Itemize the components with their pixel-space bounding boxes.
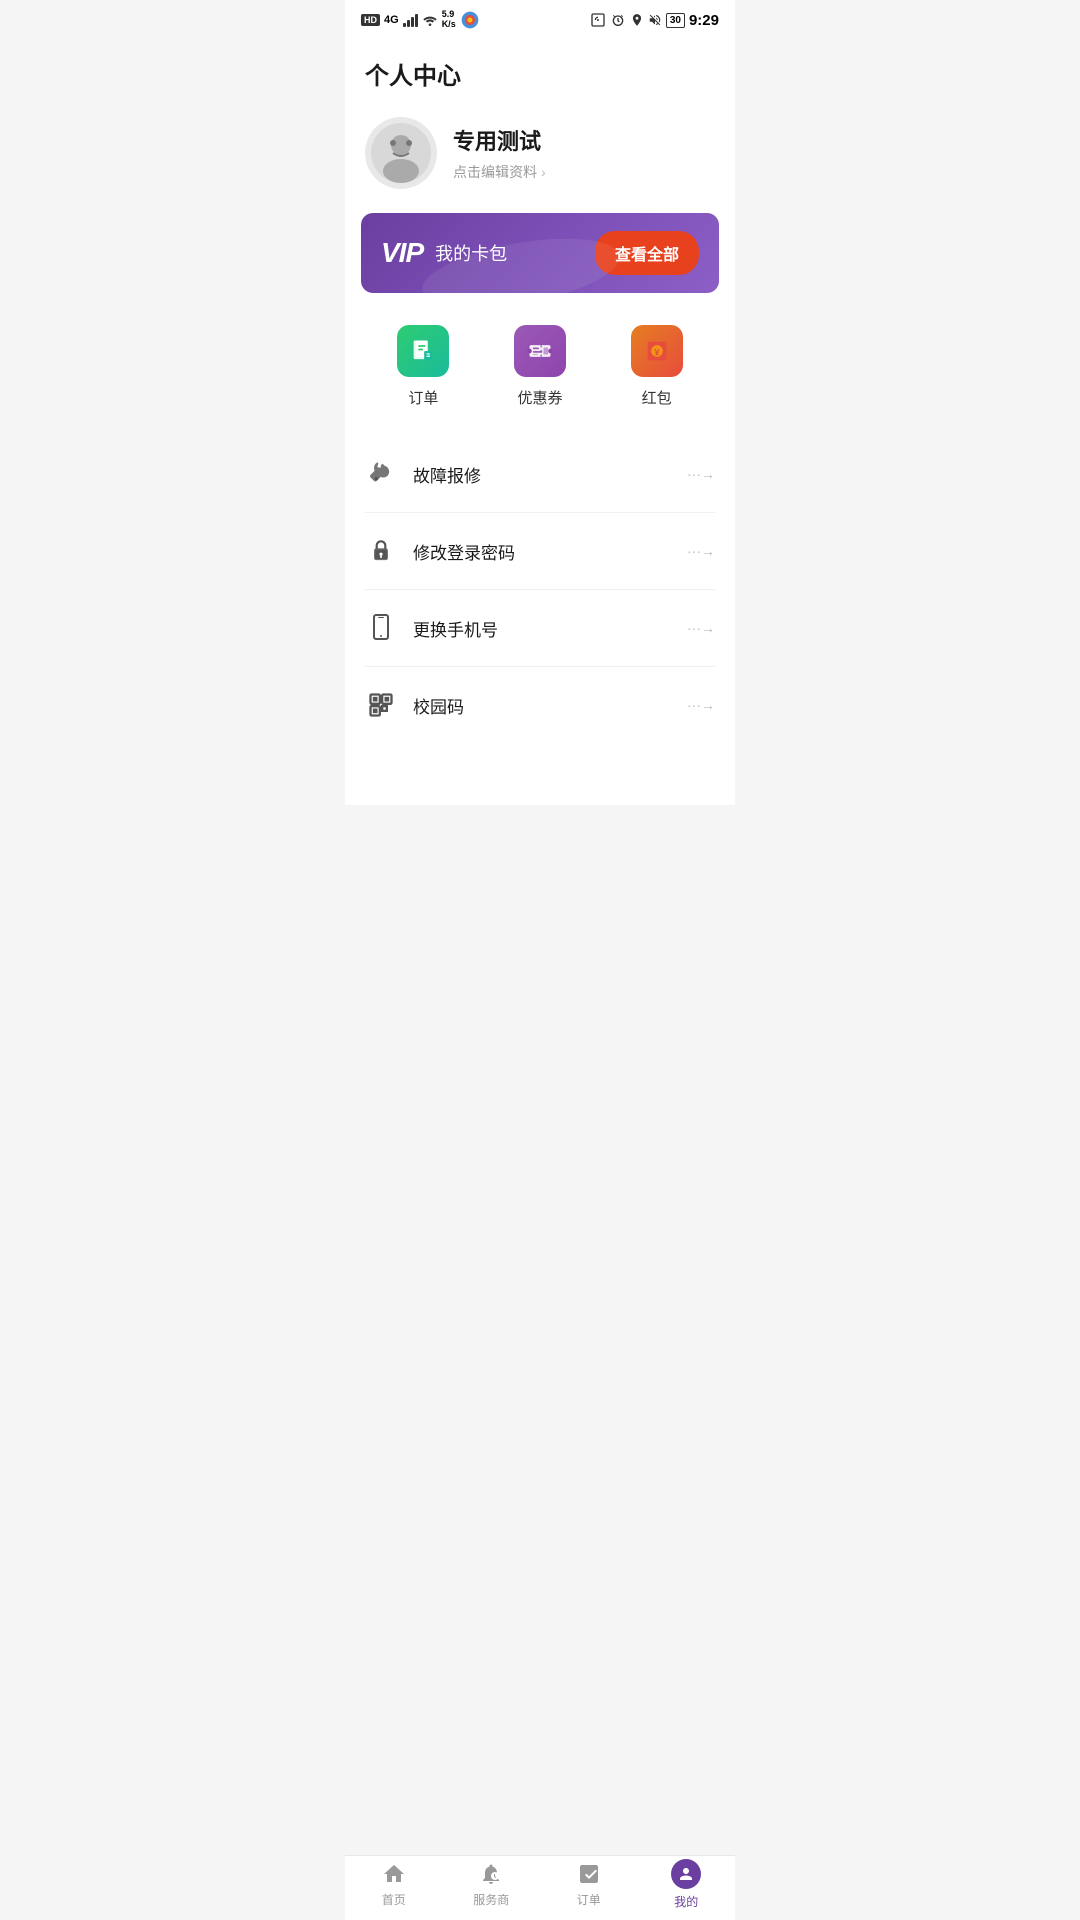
orders-nav-label: 订单 [577,1891,601,1908]
order-action[interactable]: 订单 [365,325,482,408]
menu-item-campus-left: 校园码 [365,689,464,721]
menu-item-password-left: 修改登录密码 [365,535,515,567]
mine-nav-label: 我的 [674,1893,698,1910]
avatar[interactable] [365,117,437,189]
password-arrow: ···→ [687,543,715,559]
hd-badge: HD [361,14,380,26]
repair-arrow: ···→ [687,466,715,482]
coupon-icon [526,337,554,365]
phone-label: 更换手机号 [413,616,498,641]
coupon-icon-bg [514,325,566,377]
mine-nav-icon [671,1859,701,1889]
menu-item-phone[interactable]: 更换手机号 ···→ [365,590,715,667]
vip-banner[interactable]: VIP 我的卡包 查看全部 [361,213,719,293]
nfc-icon [590,12,606,28]
coupon-label: 优惠券 [518,387,563,408]
vip-desc: 我的卡包 [435,240,507,266]
repair-icon [367,460,395,488]
mute-icon [648,13,662,27]
status-right: 30 9:29 [590,12,719,29]
edit-profile-label: 点击编辑资料 [453,162,537,182]
username: 专用测试 [453,124,715,156]
nav-item-home[interactable]: 首页 [345,1861,443,1908]
main-content: 个人中心 专用测试 点击编辑资料 › VIP 我的卡包 查看全部 [345,36,735,805]
lock-icon-container [365,535,397,567]
campus-arrow: ···→ [687,697,715,713]
phone-icon [369,614,393,642]
profile-section[interactable]: 专用测试 点击编辑资料 › [345,107,735,213]
menu-item-phone-left: 更换手机号 [365,612,498,644]
menu-item-password[interactable]: 修改登录密码 ···→ [365,513,715,590]
time-display: 9:29 [689,12,719,29]
menu-item-repair[interactable]: 故障报修 ···→ [365,436,715,513]
vip-left: VIP 我的卡包 [381,237,507,269]
redpacket-icon: ¥ [643,337,671,365]
coupon-action[interactable]: 优惠券 [482,325,599,408]
service-nav-icon [478,1861,504,1887]
redpacket-icon-bg: ¥ [631,325,683,377]
home-nav-icon [381,1861,407,1887]
redpacket-action[interactable]: ¥ 红包 [598,325,715,408]
service-nav-label: 服务商 [473,1891,509,1908]
location-icon [630,13,644,27]
campus-label: 校园码 [413,693,464,718]
wifi-icon [422,14,438,26]
home-nav-label: 首页 [382,1891,406,1908]
phone-arrow: ···→ [687,620,715,636]
repair-label: 故障报修 [413,462,481,487]
order-icon-bg [397,325,449,377]
nav-item-service[interactable]: 服务商 [443,1861,541,1908]
signal-icon [403,13,418,27]
campus-icon-container [365,689,397,721]
menu-item-repair-left: 故障报修 [365,458,481,490]
phone-icon-container [365,612,397,644]
campus-icon [367,691,395,719]
nav-item-mine[interactable]: 我的 [638,1859,736,1910]
bottom-nav: 首页 服务商 订单 我的 [345,1855,735,1920]
alarm-icon [610,12,626,28]
redpacket-label: 红包 [642,387,672,408]
order-icon [409,337,437,365]
order-label: 订单 [408,387,438,408]
edit-profile-button[interactable]: 点击编辑资料 › [453,162,715,182]
app-logo-icon [460,10,480,30]
network-speed: 5.9K/s [442,10,456,30]
view-all-button[interactable]: 查看全部 [595,231,699,275]
chevron-right-icon: › [541,164,546,180]
status-left: HD 4G 5.9K/s [361,10,480,30]
repair-icon-container [365,458,397,490]
svg-text:¥: ¥ [654,348,660,358]
battery-indicator: 30 [666,13,685,28]
nav-item-orders[interactable]: 订单 [540,1861,638,1908]
status-bar: HD 4G 5.9K/s [345,0,735,36]
quick-actions: 订单 优惠券 [345,317,735,436]
network-4g: 4G [384,14,399,26]
mine-active-bg [671,1859,701,1889]
password-label: 修改登录密码 [413,539,515,564]
menu-item-campus[interactable]: 校园码 ···→ [365,667,715,743]
menu-list: 故障报修 ···→ 修改登录密码 ···→ [345,436,735,743]
orders-nav-icon [576,1861,602,1887]
vip-logo: VIP [381,237,423,269]
profile-info: 专用测试 点击编辑资料 › [453,124,715,182]
page-title: 个人中心 [345,36,735,107]
lock-icon [368,537,394,565]
